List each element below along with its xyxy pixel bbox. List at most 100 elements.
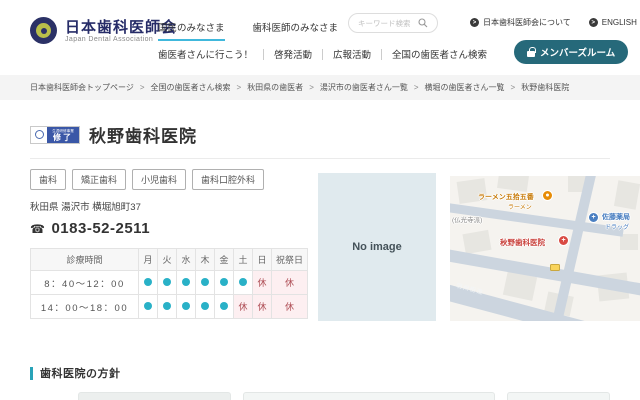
breadcrumb-separator: >	[237, 83, 242, 92]
schedule-header-cell: 水	[177, 249, 196, 271]
breadcrumb-item[interactable]: 湯沢市の歯医者さん一覧	[320, 82, 408, 93]
schedule-header-cell: 祝祭日	[272, 249, 308, 271]
open-dot-icon	[144, 302, 152, 310]
link-english[interactable]: ENGLISH	[589, 17, 637, 28]
nav-dentists[interactable]: 歯科医師のみなさま	[253, 20, 339, 41]
route-shield-icon	[550, 264, 560, 271]
schedule-header-cell: 火	[158, 249, 177, 271]
schedule-time-cell: 14：00～18：00	[31, 295, 139, 319]
open-dot-icon	[220, 278, 228, 286]
clinic-address: 秋田県 湯沢市 横堀旭町37	[30, 199, 315, 213]
map-road	[549, 176, 598, 321]
breadcrumb-item[interactable]: 日本歯科医師会トップページ	[30, 82, 134, 93]
policy-heading-text: 歯科医院の方針	[40, 365, 121, 381]
clinic-phone: 0183-52-2511	[30, 220, 315, 237]
restaurant-poi-icon: ●	[542, 190, 553, 201]
breadcrumb-separator: >	[309, 83, 314, 92]
map-building	[620, 234, 638, 250]
map-label-ramen: ラーメン五拾五番	[478, 192, 534, 202]
link-about-jda[interactable]: 日本歯科医師会について	[470, 17, 571, 28]
tag-dentistry: 歯科	[30, 169, 66, 190]
breadcrumb-item[interactable]: 横堀の歯医者さん一覧	[425, 82, 505, 93]
nav-public-relations[interactable]: 広報活動	[333, 47, 371, 61]
open-dot-icon	[201, 302, 209, 310]
search-icon[interactable]	[418, 18, 428, 28]
heading-accent-bar	[30, 367, 33, 380]
breadcrumb-separator: >	[511, 83, 516, 92]
nav-awareness[interactable]: 啓発活動	[274, 47, 312, 61]
open-dot-icon	[182, 302, 190, 310]
schedule-open-cell	[158, 271, 177, 295]
nav-dentist-search[interactable]: 全国の歯医者さん検索	[392, 47, 487, 61]
schedule-open-cell	[196, 295, 215, 319]
breadcrumb-separator: >	[414, 83, 419, 92]
lock-icon	[527, 51, 535, 57]
schedule-header-cell: 木	[196, 249, 215, 271]
map-label-temple: (仏光寺派)	[452, 214, 482, 224]
primary-nav: 国民のみなさま 歯科医師のみなさま	[158, 20, 338, 41]
schedule-open-cell	[215, 271, 234, 295]
office-hours-table: 診療時間月火水木金土日祝祭日8：40～12：00休休14：00～18：00休休休	[30, 248, 308, 319]
page-title: 秋野歯科医院	[89, 122, 197, 147]
main-content: 生涯研修事業 修了 秋野歯科医院 歯科 矯正歯科 小児歯科 歯科口腔外科 秋田県…	[0, 122, 640, 400]
schedule-header-cell: 金	[215, 249, 234, 271]
schedule-row: 14：00～18：00 休休休	[31, 295, 308, 319]
site-header: 日本歯科医師会 Japan Dental Association 国民のみなさま…	[0, 0, 640, 75]
clipped-card	[243, 392, 495, 400]
map[interactable]: (仏光寺派) ラーメン五拾五番 ラーメン ● 佐藤薬局 ドラッグ + 秋野歯科医…	[450, 176, 640, 321]
schedule-open-cell	[177, 295, 196, 319]
schedule-open-cell	[177, 271, 196, 295]
jda-emblem-icon	[30, 17, 57, 44]
breadcrumb-item[interactable]: 秋田県の歯医者	[247, 82, 303, 93]
map-building	[614, 180, 640, 209]
map-label-ramen-sub: ラーメン	[508, 202, 532, 211]
schedule-open-cell	[139, 295, 158, 319]
open-dot-icon	[220, 302, 228, 310]
secondary-nav: 歯医者さんに行こう！ 啓発活動 広報活動 全国の歯医者さん検索	[158, 47, 487, 61]
tag-orthodontics: 矯正歯科	[72, 169, 126, 190]
nav-citizens[interactable]: 国民のみなさま	[158, 20, 225, 41]
map-building	[462, 230, 491, 254]
schedule-header-cell: 診療時間	[31, 249, 139, 271]
breadcrumb-item[interactable]: 全国の歯医者さん検索	[151, 82, 231, 93]
schedule-header-cell: 月	[139, 249, 158, 271]
nav-separator	[322, 49, 323, 60]
schedule-time-cell: 8：40～12：00	[31, 271, 139, 295]
schedule-closed-cell: 休	[253, 295, 272, 319]
arrow-circle-icon	[470, 18, 479, 27]
badge-emblem-icon	[35, 130, 44, 139]
schedule-open-cell	[215, 295, 234, 319]
schedule-open-cell	[139, 271, 158, 295]
nav-go-to-dentist[interactable]: 歯医者さんに行こう！	[158, 47, 253, 61]
schedule-closed-cell: 休	[253, 271, 272, 295]
site-logo[interactable]: 日本歯科医師会 Japan Dental Association	[30, 17, 177, 44]
open-dot-icon	[144, 278, 152, 286]
schedule-open-cell	[234, 271, 253, 295]
breadcrumb: 日本歯科医師会トップページ > 全国の歯医者さん検索 > 秋田県の歯医者 > 湯…	[0, 75, 640, 100]
members-room-button[interactable]: メンバーズルーム	[514, 40, 628, 64]
schedule-header-cell: 土	[234, 249, 253, 271]
clinic-poi-icon: +	[558, 235, 569, 246]
map-label-pharmacy-sub: ドラッグ	[605, 222, 629, 231]
clinic-info: 歯科 矯正歯科 小児歯科 歯科口腔外科 秋田県 湯沢市 横堀旭町37 0183-…	[30, 169, 315, 319]
utility-links: 日本歯科医師会について ENGLISH	[470, 17, 637, 28]
nav-separator	[381, 49, 382, 60]
schedule-closed-cell: 休	[272, 271, 308, 295]
training-completion-badge: 生涯研修事業 修了	[30, 126, 80, 144]
no-image-placeholder: No image	[318, 173, 436, 321]
search-box[interactable]	[348, 13, 438, 33]
schedule-open-cell	[196, 271, 215, 295]
nav-separator	[263, 49, 264, 60]
pharmacy-poi-icon: +	[588, 212, 599, 223]
search-input[interactable]	[358, 19, 418, 28]
map-label-pharmacy: 佐藤薬局	[602, 212, 630, 222]
tag-oral-surgery: 歯科口腔外科	[192, 169, 264, 190]
map-label-clinic: 秋野歯科医院	[500, 237, 545, 248]
breadcrumb-item-current: 秋野歯科医院	[521, 82, 569, 93]
arrow-circle-icon	[589, 18, 598, 27]
open-dot-icon	[163, 278, 171, 286]
open-dot-icon	[182, 278, 190, 286]
breadcrumb-separator: >	[140, 83, 145, 92]
schedule-closed-cell: 休	[272, 295, 308, 319]
schedule-closed-cell: 休	[234, 295, 253, 319]
